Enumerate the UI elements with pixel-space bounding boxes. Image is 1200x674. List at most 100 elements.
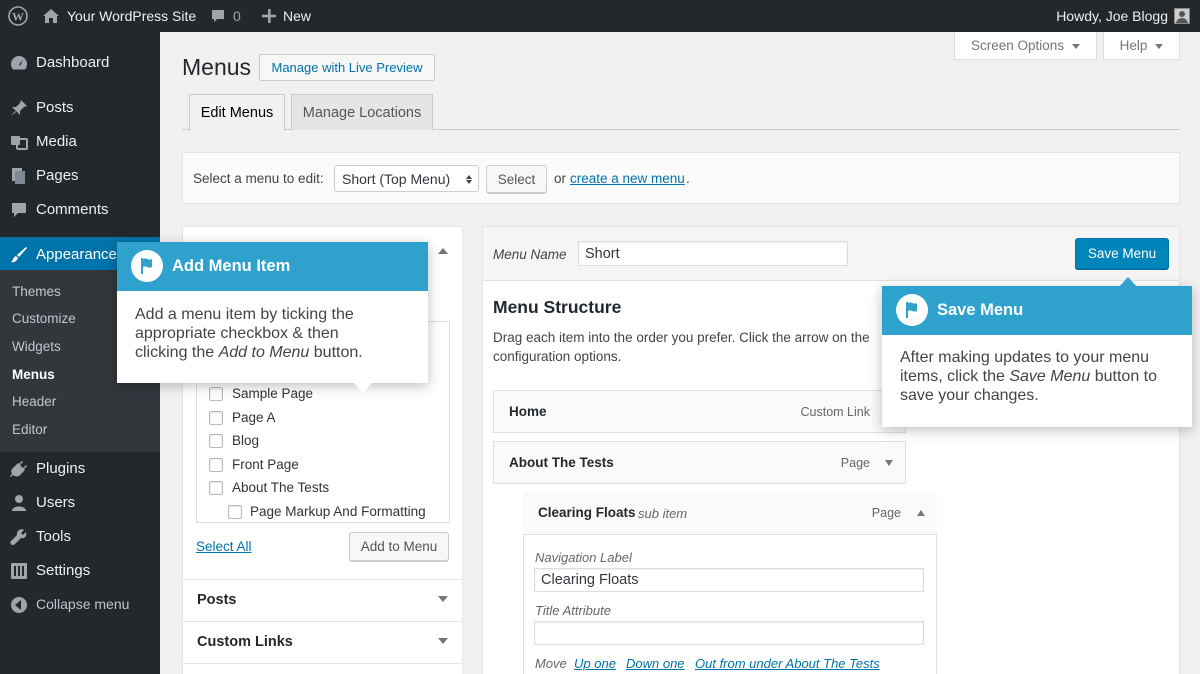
add-menu-item-pointer: Add Menu Item Add a menu item by ticking…: [117, 242, 428, 393]
menu-item-clearing-floats[interactable]: Clearing Floats sub item Page: [523, 492, 937, 535]
page-checkbox[interactable]: [209, 387, 223, 401]
sidebar-item-label: Settings: [36, 561, 91, 579]
submenu-item-header[interactable]: Header: [12, 394, 56, 409]
sidebar-item-pages[interactable]: Pages: [0, 158, 160, 192]
help-button[interactable]: Help: [1103, 32, 1180, 60]
move-down-link[interactable]: Down one: [626, 656, 685, 671]
page-checkbox[interactable]: [209, 458, 223, 472]
site-link[interactable]: Your WordPress Site: [42, 0, 196, 32]
admin-bar: W Your WordPress Site 0 New Howdy, Joe B…: [0, 0, 1200, 32]
move-out-link[interactable]: Out from under About The Tests: [695, 656, 880, 671]
dashboard-icon: [10, 54, 28, 72]
page-checkbox[interactable]: [209, 411, 223, 425]
sidebar-item-dashboard[interactable]: Dashboard: [0, 45, 160, 79]
add-to-menu-button[interactable]: Add to Menu: [349, 532, 449, 561]
live-preview-button[interactable]: Manage with Live Preview: [259, 54, 435, 81]
wordpress-logo-icon[interactable]: W: [8, 0, 28, 32]
pointer-arrow: [1119, 268, 1137, 287]
page-checkbox[interactable]: [228, 505, 242, 519]
pin-icon: [10, 99, 28, 117]
page-label: Page Markup And Formatting: [250, 504, 426, 519]
save-menu-button[interactable]: Save Menu: [1075, 238, 1169, 269]
select-button[interactable]: Select: [486, 165, 547, 193]
select-all-link[interactable]: Select All: [196, 539, 252, 554]
pointer-header: Save Menu: [882, 286, 1192, 335]
sidebar-item-comments[interactable]: Comments: [0, 192, 160, 226]
create-new-menu-link[interactable]: create a new menu: [570, 171, 685, 186]
new-content-link[interactable]: New: [262, 0, 311, 32]
pointer-text-emphasis: Save Menu: [1009, 368, 1091, 385]
menu-item-about[interactable]: About The Tests Page: [493, 441, 906, 484]
sidebar-item-label: Appearance: [36, 245, 117, 263]
page-label: Sample Page: [232, 386, 314, 401]
pointer-text-emphasis: Add to Menu: [218, 344, 310, 361]
plugin-icon: [10, 460, 28, 478]
tab-manage-locations[interactable]: Manage Locations: [291, 94, 433, 130]
sidebar-item-label: Comments: [36, 200, 109, 218]
page-label: Front Page: [232, 457, 299, 472]
menu-select-bar: Select a menu to edit: Short (Top Menu) …: [182, 152, 1180, 204]
menu-item-type: Page: [871, 506, 901, 520]
sidebar-item-tools[interactable]: Tools: [0, 519, 160, 553]
pointer-text: After making updates to your menu: [900, 349, 1150, 366]
menu-structure-title: Menu Structure: [493, 297, 622, 317]
accordion-next[interactable]: [182, 663, 463, 674]
sidebar-item-settings[interactable]: Settings: [0, 553, 160, 587]
title-attribute-input[interactable]: [534, 621, 924, 645]
save-menu-pointer: Save Menu After making updates to your m…: [882, 277, 1192, 427]
chevron-down-icon[interactable]: [885, 460, 893, 470]
accordion-custom-links[interactable]: Custom Links: [182, 621, 463, 664]
wrench-icon: [10, 528, 28, 546]
navigation-label-value: Clearing Floats: [541, 572, 639, 588]
pointer-text-part: clicking the: [135, 344, 219, 361]
menu-name-input[interactable]: Short: [578, 241, 848, 266]
submenu-item-widgets[interactable]: Widgets: [12, 339, 61, 354]
pointer-text: clicking the Add to Menu button.: [135, 343, 363, 362]
select-menu-label: Select a menu to edit:: [193, 171, 324, 186]
submenu-item-customize[interactable]: Customize: [12, 311, 76, 326]
page-label: About The Tests: [232, 480, 330, 495]
flag-icon: [896, 294, 928, 326]
sidebar-item-users[interactable]: Users: [0, 485, 160, 519]
help-label: Help: [1119, 38, 1148, 53]
pointer-text: Add a menu item by ticking the: [135, 306, 354, 323]
settings-icon: [10, 562, 28, 580]
collapse-menu-button[interactable]: Collapse menu: [0, 587, 160, 621]
pages-icon: [10, 167, 28, 185]
sidebar-item-posts[interactable]: Posts: [0, 90, 160, 124]
menu-item-type: Page: [840, 456, 870, 470]
howdy-text: Howdy, Joe Blogg: [1056, 8, 1168, 24]
flag-icon: [131, 250, 163, 282]
my-account[interactable]: Howdy, Joe Blogg: [1056, 0, 1190, 32]
menu-select-dropdown[interactable]: Short (Top Menu): [334, 165, 479, 192]
navigation-label-input[interactable]: Clearing Floats: [534, 568, 924, 592]
screen-options-button[interactable]: Screen Options: [954, 32, 1097, 60]
pointer-title: Add Menu Item: [172, 257, 291, 275]
chevron-down-icon: [1155, 43, 1164, 53]
move-up-link[interactable]: Up one: [574, 656, 616, 671]
comments-link[interactable]: 0: [211, 0, 241, 32]
sidebar-item-label: Media: [36, 132, 77, 150]
sidebar-item-plugins[interactable]: Plugins: [0, 451, 160, 485]
menu-item-home[interactable]: Home Custom Link: [493, 390, 906, 433]
submenu-item-editor[interactable]: Editor: [12, 422, 47, 437]
menu-item-title: Home: [509, 404, 547, 419]
svg-text:W: W: [12, 10, 24, 24]
menu-name-value: Short: [585, 245, 620, 262]
move-label: Move: [535, 656, 567, 671]
screen-options-label: Screen Options: [970, 38, 1065, 53]
page-label: Blog: [232, 433, 260, 448]
period-text: .: [686, 171, 690, 186]
submenu-item-themes[interactable]: Themes: [12, 284, 61, 299]
menu-item-type: Custom Link: [800, 405, 870, 419]
chevron-up-icon[interactable]: [917, 506, 925, 516]
accordion-posts[interactable]: Posts: [182, 579, 463, 622]
tab-edit-menus[interactable]: Edit Menus: [189, 94, 285, 131]
sidebar-item-media[interactable]: Media: [0, 124, 160, 158]
collapse-icon: [10, 596, 28, 614]
sidebar-item-label: Tools: [36, 527, 72, 545]
page-checkbox[interactable]: [209, 481, 223, 495]
submenu-item-menus[interactable]: Menus: [12, 367, 55, 382]
page-checkbox[interactable]: [209, 434, 223, 448]
page-label: Page A: [232, 410, 276, 425]
